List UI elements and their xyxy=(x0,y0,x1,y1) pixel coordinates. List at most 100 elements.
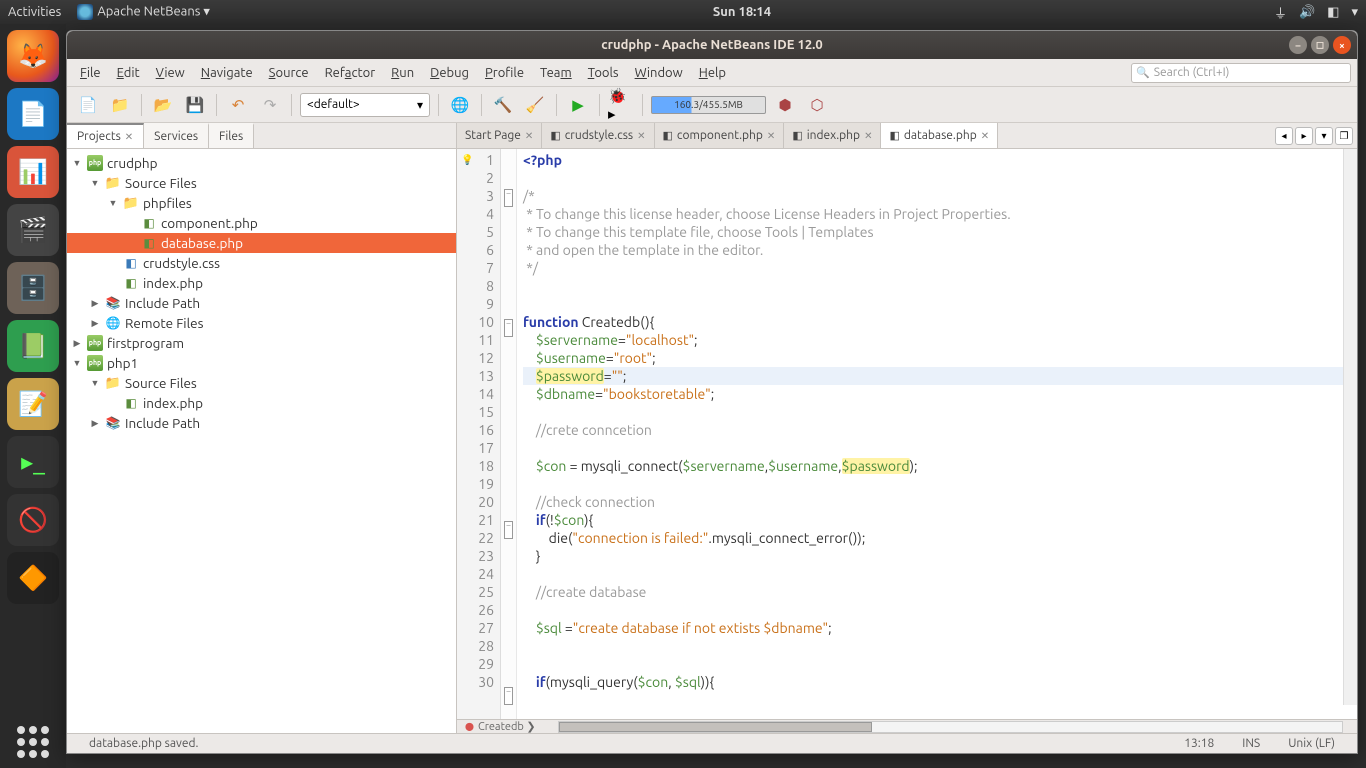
tree-item-include-path[interactable]: ▶Include Path xyxy=(67,413,456,433)
menu-team[interactable]: Team xyxy=(533,63,579,83)
tree-item-source-files[interactable]: ▼Source Files xyxy=(67,373,456,393)
twisty-icon[interactable]: ▼ xyxy=(71,358,83,368)
vertical-scrollbar[interactable] xyxy=(1343,149,1357,705)
launcher-files[interactable]: 🗄️ xyxy=(7,262,59,314)
close-icon[interactable]: ✕ xyxy=(767,130,775,142)
twisty-icon[interactable]: ▼ xyxy=(89,178,101,188)
tab-list-button[interactable]: ▾ xyxy=(1315,127,1333,145)
tab-next-button[interactable]: ▸ xyxy=(1295,127,1313,145)
menu-window[interactable]: Window xyxy=(628,63,690,83)
line-number-gutter[interactable]: 1234567891011121314151617181920212223242… xyxy=(457,149,501,719)
close-icon[interactable]: ✕ xyxy=(525,130,533,142)
new-project-button[interactable]: 📁 xyxy=(107,92,133,118)
launcher-netbeans[interactable]: 🔶 xyxy=(7,552,59,604)
tab-maximize-button[interactable]: ❐ xyxy=(1335,127,1353,145)
desktop-clock[interactable]: Sun 18:14 xyxy=(210,5,1274,19)
breadcrumb[interactable]: Createdb ❯ xyxy=(457,720,544,733)
menu-refactor[interactable]: Refactor xyxy=(318,63,383,83)
activities-button[interactable]: Activities xyxy=(8,5,61,19)
twisty-icon[interactable]: ▶ xyxy=(89,418,101,429)
fold-toggle[interactable]: − xyxy=(504,189,513,207)
launcher-calc[interactable]: 📗 xyxy=(7,320,59,372)
profile-attach-button[interactable]: ⬡ xyxy=(804,92,830,118)
tree-item-component-php[interactable]: component.php xyxy=(67,213,456,233)
tree-item-index-php[interactable]: index.php xyxy=(67,273,456,293)
close-icon[interactable]: ✕ xyxy=(981,130,989,142)
editor-tab-index-php[interactable]: ◧index.php✕ xyxy=(784,123,881,148)
show-applications-icon[interactable] xyxy=(17,726,49,758)
status-insert-mode[interactable]: INS xyxy=(1242,737,1260,750)
maximize-button[interactable]: ◻ xyxy=(1311,36,1329,54)
menu-file[interactable]: File xyxy=(73,63,108,83)
profile-button[interactable]: ⬢ xyxy=(772,92,798,118)
menu-tools[interactable]: Tools xyxy=(581,63,626,83)
close-icon[interactable]: ✕ xyxy=(864,130,872,142)
twisty-icon[interactable]: ▶ xyxy=(71,338,83,349)
battery-icon[interactable]: ◧ xyxy=(1327,5,1339,20)
tree-item-remote-files[interactable]: ▶Remote Files xyxy=(67,313,456,333)
redo-button[interactable]: ↷ xyxy=(257,92,283,118)
editor-tab-database-php[interactable]: ◧database.php✕ xyxy=(881,123,998,148)
launcher-terminal[interactable]: ▸_ xyxy=(7,436,59,488)
twisty-icon[interactable]: ▼ xyxy=(107,198,119,208)
tree-item-include-path[interactable]: ▶Include Path xyxy=(67,293,456,313)
open-project-button[interactable]: 📂 xyxy=(150,92,176,118)
close-icon[interactable]: ✕ xyxy=(637,130,645,142)
tree-item-php1[interactable]: ▼php1 xyxy=(67,353,456,373)
launcher-impress[interactable]: 📊 xyxy=(7,146,59,198)
menu-view[interactable]: View xyxy=(149,63,192,83)
config-combo[interactable]: <default>▾ xyxy=(300,93,430,117)
tree-item-index-php[interactable]: index.php xyxy=(67,393,456,413)
status-line-ending[interactable]: Unix (LF) xyxy=(1288,737,1335,750)
tree-item-firstprogram[interactable]: ▶firstprogram xyxy=(67,333,456,353)
quick-search-input[interactable]: Search (Ctrl+I) xyxy=(1131,63,1351,83)
tree-item-database-php[interactable]: database.php xyxy=(67,233,456,253)
app-menu[interactable]: Apache NetBeans ▾ xyxy=(77,4,210,20)
twisty-icon[interactable]: ▶ xyxy=(89,318,101,329)
menu-help[interactable]: Help xyxy=(692,63,733,83)
launcher-blocked[interactable]: 🚫 xyxy=(7,494,59,546)
tree-item-phpfiles[interactable]: ▼phpfiles xyxy=(67,193,456,213)
horizontal-scrollbar[interactable] xyxy=(558,721,1343,733)
fold-toggle[interactable]: − xyxy=(504,521,513,539)
save-all-button[interactable]: 💾 xyxy=(182,92,208,118)
undo-button[interactable]: ↶ xyxy=(225,92,251,118)
tab-services[interactable]: Services xyxy=(144,123,209,148)
volume-icon[interactable]: 🔊 xyxy=(1299,5,1315,20)
editor-tab-component-php[interactable]: ◧component.php✕ xyxy=(655,123,785,148)
code-viewport[interactable]: <?php /* * To change this license header… xyxy=(517,149,1357,719)
close-icon[interactable]: ✕ xyxy=(125,131,133,143)
memory-indicator[interactable]: 160.3/455.5MB xyxy=(651,96,766,114)
tree-item-crudstyle-css[interactable]: crudstyle.css xyxy=(67,253,456,273)
new-file-button[interactable]: 📄 xyxy=(75,92,101,118)
browser-icon[interactable]: 🌐 xyxy=(447,92,473,118)
editor-body[interactable]: 1234567891011121314151617181920212223242… xyxy=(457,149,1357,719)
launcher-firefox[interactable]: 🦊 xyxy=(7,30,59,82)
menu-edit[interactable]: Edit xyxy=(110,63,147,83)
fold-toggle[interactable]: − xyxy=(504,319,513,337)
menu-source[interactable]: Source xyxy=(262,63,316,83)
run-button[interactable]: ▶ xyxy=(565,92,591,118)
twisty-icon[interactable]: ▶ xyxy=(89,298,101,309)
editor-tab-start-page[interactable]: Start Page✕ xyxy=(457,123,542,148)
network-icon[interactable]: ⏚ xyxy=(1274,3,1287,22)
fold-column[interactable]: −−−− xyxy=(501,149,517,719)
tree-item-source-files[interactable]: ▼Source Files xyxy=(67,173,456,193)
tree-item-crudphp[interactable]: ▼crudphp xyxy=(67,153,456,173)
close-button[interactable]: × xyxy=(1333,36,1351,54)
build-button[interactable]: 🔨 xyxy=(490,92,516,118)
tab-projects[interactable]: Projects✕ xyxy=(67,123,144,148)
menu-debug[interactable]: Debug xyxy=(423,63,476,83)
tab-files[interactable]: Files xyxy=(209,123,254,148)
project-tree[interactable]: ▼crudphp▼Source Files▼phpfilescomponent.… xyxy=(67,149,456,733)
system-menu-icon[interactable]: ▾ xyxy=(1351,5,1358,20)
menu-run[interactable]: Run xyxy=(384,63,421,83)
tab-prev-button[interactable]: ◂ xyxy=(1275,127,1293,145)
launcher-texteditor[interactable]: 📝 xyxy=(7,378,59,430)
minimize-button[interactable]: – xyxy=(1289,36,1307,54)
menu-navigate[interactable]: Navigate xyxy=(194,63,260,83)
debug-button[interactable]: 🐞▸ xyxy=(608,92,634,118)
menu-profile[interactable]: Profile xyxy=(478,63,531,83)
twisty-icon[interactable]: ▼ xyxy=(71,158,83,168)
editor-tab-crudstyle-css[interactable]: ◧crudstyle.css✕ xyxy=(542,123,654,148)
